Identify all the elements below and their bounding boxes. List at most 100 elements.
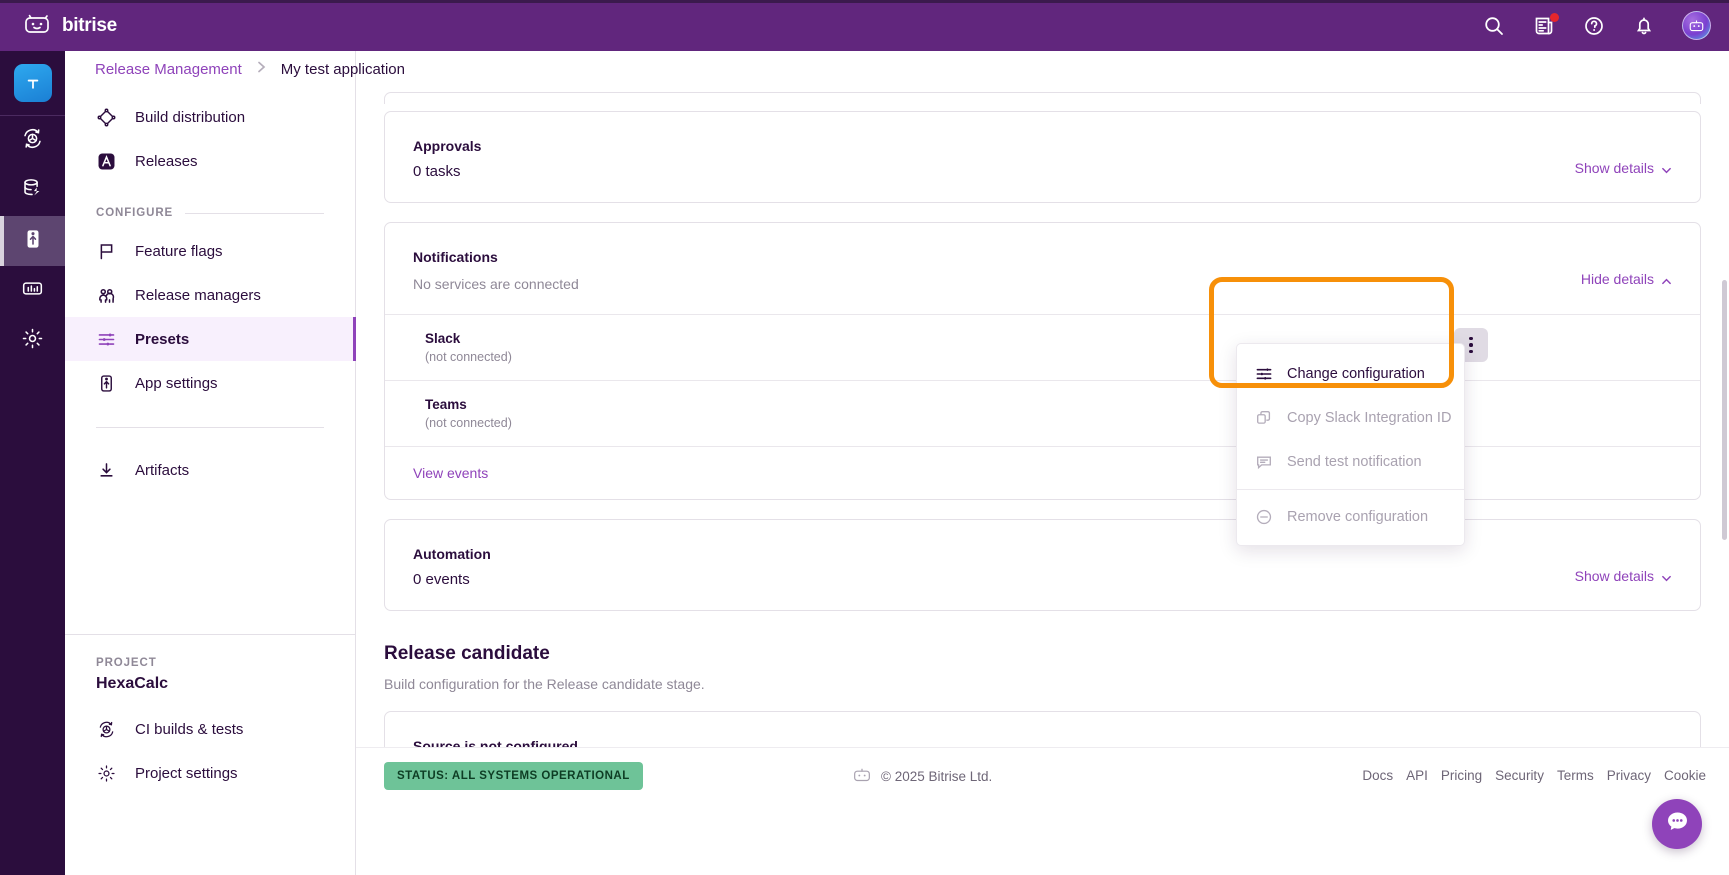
approvals-card: Approvals 0 tasks Show details — [384, 111, 1701, 203]
dot — [1469, 343, 1473, 347]
download-icon — [96, 460, 116, 480]
rail-item-insights[interactable] — [0, 266, 65, 316]
slack-context-menu: Change configuration Copy Slack Integrat… — [1236, 343, 1465, 546]
rail-item-settings[interactable] — [0, 316, 65, 366]
sidebar-item-project-settings[interactable]: Project settings — [65, 751, 356, 795]
primary-rail — [0, 51, 65, 875]
help-icon[interactable] — [1582, 14, 1606, 38]
copyright: © 2025 Bitrise Ltd. — [852, 767, 992, 785]
status-badge[interactable]: STATUS: ALL SYSTEMS OPERATIONAL — [384, 762, 643, 790]
service-row-slack: Slack (not connected) — [385, 314, 1700, 380]
automation-card-head: Automation 0 events Show details — [385, 520, 1700, 610]
card-subtitle: 0 tasks — [413, 163, 461, 180]
toggle-label: Show details — [1574, 160, 1654, 176]
gear-icon — [21, 327, 44, 355]
footer-link-api[interactable]: API — [1406, 768, 1428, 783]
sidebar-item-artifacts[interactable]: Artifacts — [65, 448, 355, 492]
build-distribution-icon — [96, 107, 116, 127]
app-root: bitrise Build distribution Releases CONF… — [0, 0, 1729, 875]
sidebar-item-label: Releases — [135, 152, 198, 170]
top-bar: bitrise — [0, 0, 1729, 51]
build-cache-icon — [21, 177, 44, 205]
notifications-hide-details-toggle[interactable]: Hide details — [1581, 271, 1672, 287]
sidebar-item-build-distribution[interactable]: Build distribution — [65, 95, 355, 139]
menu-separator — [1237, 489, 1464, 490]
approvals-card-head: Approvals 0 tasks Show details — [385, 112, 1700, 202]
bitrise-logo[interactable]: bitrise — [22, 12, 117, 39]
footer-link-terms[interactable]: Terms — [1557, 768, 1594, 783]
rail-app-logo[interactable] — [13, 64, 52, 102]
chevron-right-icon — [256, 60, 267, 78]
rail-item-build-cache[interactable] — [0, 166, 65, 216]
notifications-card: Notifications No services are connected … — [384, 222, 1701, 500]
menu-item-label: Change configuration — [1287, 366, 1425, 382]
notifications-card-head: Notifications No services are connected … — [385, 223, 1700, 314]
automation-card: Automation 0 events Show details — [384, 519, 1701, 611]
toggle-label: Show details — [1574, 568, 1654, 584]
toggle-label: Hide details — [1580, 271, 1654, 287]
source-config-head: Source is not configured Set up source t… — [385, 712, 1700, 747]
menu-item-label: Remove configuration — [1287, 509, 1429, 525]
card-title: Automation — [413, 546, 491, 562]
search-icon[interactable] — [1482, 14, 1506, 38]
ci-builds-icon — [21, 127, 44, 155]
menu-item-remove-configuration: Remove configuration — [1237, 495, 1464, 539]
source-config-card: Source is not configured Set up source t… — [384, 711, 1701, 747]
sidebar-item-feature-flags[interactable]: Feature flags — [65, 229, 355, 273]
bell-icon[interactable] — [1632, 14, 1656, 38]
sidebar-item-release-managers[interactable]: Release managers — [65, 273, 355, 317]
brand-name: bitrise — [62, 14, 117, 36]
footer-link-cookie[interactable]: Cookie — [1664, 768, 1706, 783]
copy-icon — [1254, 409, 1273, 428]
card-clipped-above — [384, 92, 1701, 104]
sidebar-section-configure: CONFIGURE — [65, 207, 355, 219]
footer: STATUS: ALL SYSTEMS OPERATIONAL © 2025 B… — [356, 747, 1729, 875]
releases-icon — [96, 151, 116, 171]
view-events-link[interactable]: View events — [385, 446, 1700, 499]
sidebar-item-releases[interactable]: Releases — [65, 139, 355, 183]
news-icon[interactable] — [1532, 12, 1559, 38]
sidebar-item-ci-builds-tests[interactable]: CI builds & tests — [65, 707, 356, 751]
sliders-icon — [96, 329, 116, 349]
avatar[interactable] — [1682, 11, 1711, 40]
service-row-teams: Teams (not connected) — [385, 380, 1700, 446]
sidebar-item-app-settings[interactable]: App settings — [65, 361, 355, 405]
breadcrumb-link-release-management[interactable]: Release Management — [95, 61, 242, 78]
support-chat-button[interactable] — [1652, 799, 1702, 849]
project-section: PROJECT HexaCalc CI builds & tests Proje… — [65, 634, 356, 795]
menu-item-change-configuration[interactable]: Change configuration — [1237, 352, 1464, 396]
automation-show-details-toggle[interactable]: Show details — [1575, 568, 1672, 584]
menu-item-label: Send test notification — [1287, 454, 1422, 470]
release-candidate-heading: Release candidate — [384, 643, 550, 664]
service-state: (not connected) — [425, 416, 512, 430]
sidebar-item-presets[interactable]: Presets — [65, 317, 356, 361]
bitrise-robot-icon — [22, 12, 52, 39]
flag-icon — [96, 241, 116, 261]
release-management-icon — [22, 228, 44, 255]
bitrise-mark-icon — [852, 767, 872, 785]
content-scrollbar[interactable] — [1722, 280, 1727, 540]
minus-circle-icon — [1254, 508, 1273, 527]
people-icon — [96, 285, 116, 305]
sidebar-item-label: CI builds & tests — [135, 720, 244, 738]
footer-link-docs[interactable]: Docs — [1362, 768, 1393, 783]
rail-item-release-management[interactable] — [0, 216, 65, 266]
menu-item-send-test-notification: Send test notification — [1237, 440, 1464, 484]
card-subtitle: 0 events — [413, 571, 470, 588]
footer-link-pricing[interactable]: Pricing — [1441, 768, 1482, 783]
approvals-show-details-toggle[interactable]: Show details — [1575, 160, 1672, 176]
footer-link-privacy[interactable]: Privacy — [1607, 768, 1651, 783]
footer-link-security[interactable]: Security — [1495, 768, 1544, 783]
news-badge — [1550, 12, 1559, 22]
topbar-actions — [1482, 0, 1711, 51]
chat-icon — [1665, 809, 1690, 839]
card-title: Approvals — [413, 138, 482, 154]
sidebar-item-label: App settings — [135, 374, 218, 392]
sidebar-item-label: Release managers — [135, 286, 261, 304]
topbar-accent-strip — [0, 0, 1729, 3]
rail-item-ci-builds[interactable] — [0, 116, 65, 166]
insights-icon — [21, 277, 44, 305]
sliders-icon — [1254, 365, 1273, 384]
chevron-down-icon — [1661, 163, 1672, 174]
footer-links: Docs API Pricing Security Terms Privacy … — [1362, 768, 1706, 783]
